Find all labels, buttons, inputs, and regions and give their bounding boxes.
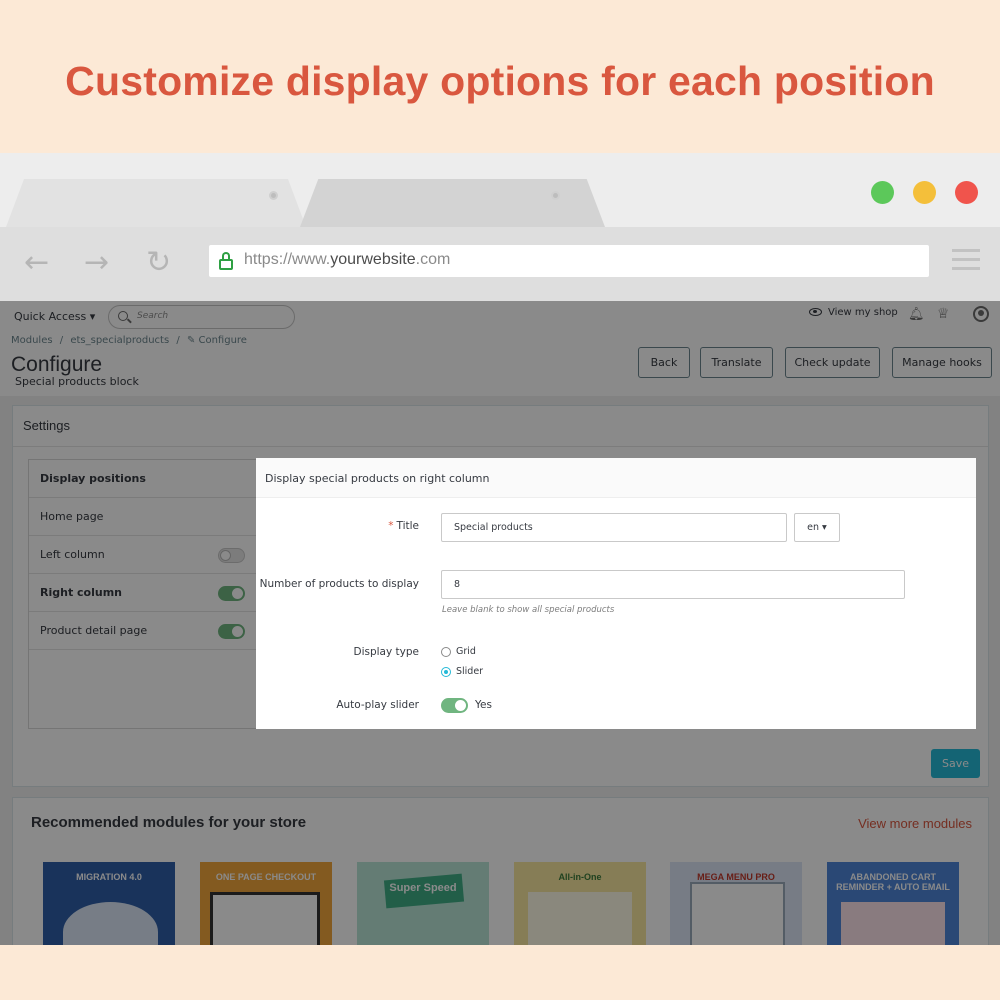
count-hint: Leave blank to show all special products — [442, 605, 615, 615]
forward-arrow-icon[interactable]: → — [84, 245, 109, 281]
count-input[interactable]: 8 — [441, 570, 905, 599]
back-arrow-icon[interactable]: ← — [24, 245, 49, 281]
minimize-button[interactable] — [913, 181, 936, 204]
slider-radio[interactable] — [441, 667, 451, 677]
modal-title: Display special products on right column — [256, 458, 976, 498]
maximize-button[interactable] — [871, 181, 894, 204]
close-window-button[interactable] — [955, 181, 978, 204]
url-text: https://www.yourwebsite.com — [244, 251, 451, 268]
tab-close-icon[interactable] — [269, 191, 278, 200]
headline: Customize display options for each posit… — [65, 58, 935, 104]
display-type-label: Display type — [353, 646, 420, 658]
browser-tab-1[interactable] — [6, 179, 306, 227]
autoplay-label: Auto-play slider — [336, 699, 419, 711]
browser-tab-2[interactable] — [300, 179, 605, 227]
title-label: * Title — [388, 520, 419, 532]
browser-toolbar: ← → ↻ https://www.yourwebsite.com — [0, 227, 1000, 301]
position-settings-modal: Display special products on right column… — [256, 458, 976, 729]
admin-page: Quick Access ▾ Search View my shop 🔔︎ ♕ … — [0, 301, 1000, 945]
tab-close-icon[interactable] — [551, 191, 560, 200]
slider-label[interactable]: Slider — [456, 666, 483, 677]
menu-icon[interactable] — [952, 249, 980, 276]
tab-strip — [0, 153, 1000, 227]
lock-icon — [219, 252, 233, 270]
reload-icon[interactable]: ↻ — [146, 245, 171, 281]
autoplay-toggle[interactable] — [441, 698, 468, 713]
count-label: Number of products to display — [259, 578, 419, 590]
grid-label[interactable]: Grid — [456, 646, 476, 657]
grid-radio[interactable] — [441, 647, 451, 657]
autoplay-value: Yes — [475, 699, 492, 711]
address-bar[interactable]: https://www.yourwebsite.com — [209, 245, 929, 277]
language-dropdown[interactable]: en ▾ — [794, 513, 840, 542]
title-input[interactable]: Special products — [441, 513, 787, 542]
browser-window: ← → ↻ https://www.yourwebsite.com Quick … — [0, 153, 1000, 945]
